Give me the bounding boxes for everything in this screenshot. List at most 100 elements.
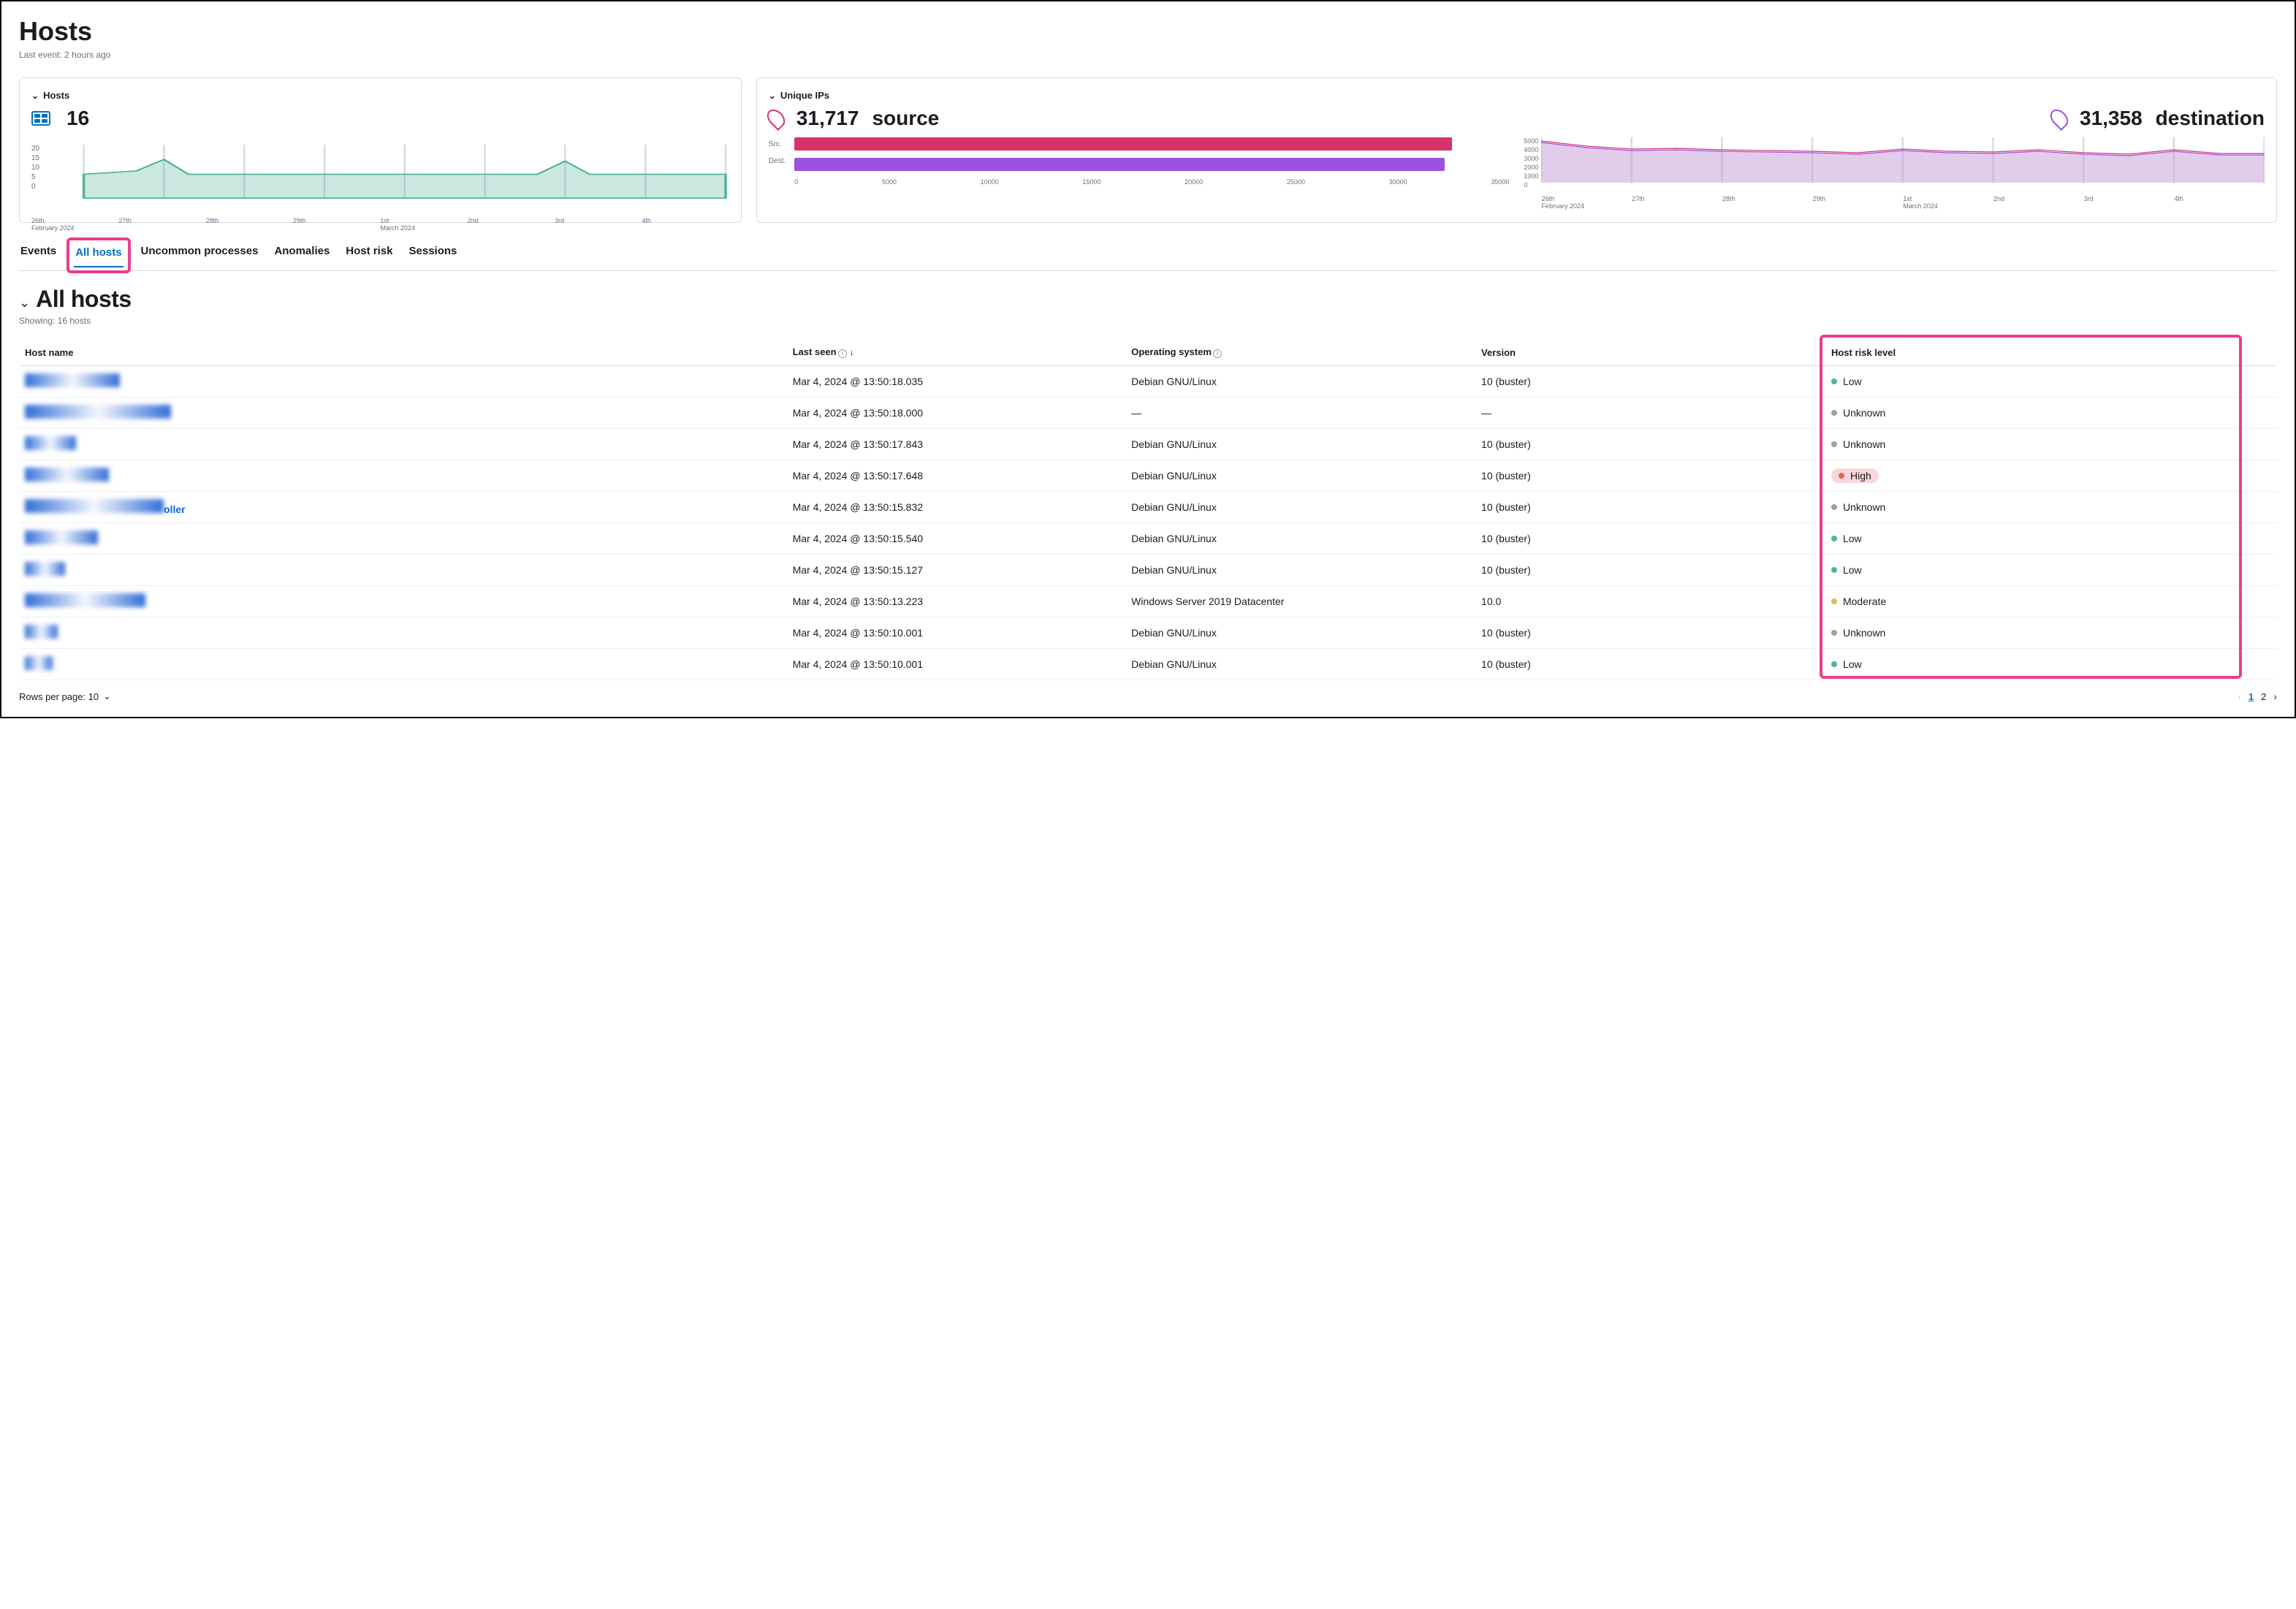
cell-last-seen: Mar 4, 2024 @ 13:50:15.832: [787, 492, 1126, 523]
cell-host-name[interactable]: oller: [19, 492, 787, 523]
cell-risk: Low: [1825, 649, 2277, 680]
rows-per-page[interactable]: Rows per page: 10 ⌄: [19, 691, 111, 702]
table-row: Mar 4, 2024 @ 13:50:15.127 Debian GNU/Li…: [19, 555, 2277, 586]
cell-host-name[interactable]: [19, 586, 787, 617]
destination-count: 31,358: [2080, 107, 2143, 130]
destination-pin-icon: [2047, 106, 2072, 131]
sort-desc-icon: ↓: [850, 347, 854, 357]
tab-anomalies[interactable]: Anomalies: [273, 240, 331, 270]
cell-risk: High: [1825, 460, 2277, 492]
table-row: Mar 4, 2024 @ 13:50:15.540 Debian GNU/Li…: [19, 523, 2277, 555]
hosts-sparkline: 20 15 10 5 0 26thFebruary 2024 27th 28th…: [31, 145, 729, 210]
cell-version: 10 (buster): [1475, 429, 1825, 460]
chevron-down-icon: ⌄: [31, 91, 39, 101]
pagination: ‹ 1 2 ›: [2238, 691, 2277, 702]
tab-events[interactable]: Events: [19, 240, 58, 270]
cell-os: Debian GNU/Linux: [1125, 366, 1475, 398]
ips-area-chart: 5000 4000 3000 2000 1000 0: [1524, 137, 2265, 210]
cell-version: 10 (buster): [1475, 523, 1825, 555]
table-row: Mar 4, 2024 @ 13:50:17.648 Debian GNU/Li…: [19, 460, 2277, 492]
cell-last-seen: Mar 4, 2024 @ 13:50:10.001: [787, 649, 1126, 680]
chevron-down-icon: ⌄: [769, 91, 776, 101]
cell-host-name[interactable]: [19, 460, 787, 492]
cell-risk: Unknown: [1825, 617, 2277, 649]
col-last-seen[interactable]: Last seeni↓: [787, 339, 1126, 366]
col-risk[interactable]: Host risk level: [1825, 339, 2277, 366]
col-host-name[interactable]: Host name: [19, 339, 787, 366]
col-os[interactable]: Operating systemi: [1125, 339, 1475, 366]
cell-version: —: [1475, 398, 1825, 429]
table-row: Mar 4, 2024 @ 13:50:13.223 Windows Serve…: [19, 586, 2277, 617]
cell-version: 10 (buster): [1475, 460, 1825, 492]
card-ips-title: Unique IPs: [780, 90, 829, 101]
cell-os: Debian GNU/Linux: [1125, 429, 1475, 460]
cell-os: Debian GNU/Linux: [1125, 492, 1475, 523]
source-pin-icon: [764, 106, 788, 131]
cell-version: 10 (buster): [1475, 555, 1825, 586]
hosts-count: 16: [66, 107, 89, 130]
cell-host-name[interactable]: [19, 366, 787, 398]
card-hosts-header[interactable]: ⌄ Hosts: [31, 90, 729, 101]
cell-risk: Unknown: [1825, 492, 2277, 523]
tab-host-risk[interactable]: Host risk: [344, 240, 394, 270]
page-subtitle: Last event: 2 hours ago: [19, 50, 2277, 60]
hosts-table: Host name Last seeni↓ Operating systemi …: [19, 339, 2277, 680]
page-1[interactable]: 1: [2249, 691, 2254, 702]
ips-bar-chart: Src. Dest. 0 5000 10000 15000 20000 2500…: [769, 137, 1510, 210]
cell-os: Debian GNU/Linux: [1125, 649, 1475, 680]
table-row: Mar 4, 2024 @ 13:50:18.000 — — Unknown: [19, 398, 2277, 429]
cell-version: 10.0: [1475, 586, 1825, 617]
cell-last-seen: Mar 4, 2024 @ 13:50:15.127: [787, 555, 1126, 586]
table-row: Mar 4, 2024 @ 13:50:18.035 Debian GNU/Li…: [19, 366, 2277, 398]
cell-risk: Low: [1825, 555, 2277, 586]
cell-host-name[interactable]: [19, 555, 787, 586]
cell-host-name[interactable]: [19, 398, 787, 429]
tab-uncommon-processes[interactable]: Uncommon processes: [140, 240, 260, 270]
tab-sessions[interactable]: Sessions: [408, 240, 459, 270]
cell-last-seen: Mar 4, 2024 @ 13:50:17.843: [787, 429, 1126, 460]
cell-risk: Unknown: [1825, 429, 2277, 460]
cell-host-name[interactable]: [19, 649, 787, 680]
chevron-down-icon: ⌄: [103, 691, 111, 702]
cell-version: 10 (buster): [1475, 649, 1825, 680]
page-title: Hosts: [19, 16, 2277, 47]
cell-os: Debian GNU/Linux: [1125, 460, 1475, 492]
cell-version: 10 (buster): [1475, 366, 1825, 398]
table-row: oller Mar 4, 2024 @ 13:50:15.832 Debian …: [19, 492, 2277, 523]
showing-count: Showing: 16 hosts: [19, 316, 2277, 326]
table-row: Mar 4, 2024 @ 13:50:10.001 Debian GNU/Li…: [19, 649, 2277, 680]
cell-os: Debian GNU/Linux: [1125, 523, 1475, 555]
card-unique-ips: ⌄ Unique IPs 31,717 source 31,358 destin…: [756, 77, 2277, 223]
cell-version: 10 (buster): [1475, 617, 1825, 649]
page-2[interactable]: 2: [2261, 691, 2266, 702]
tab-all-hosts[interactable]: All hosts: [74, 242, 123, 267]
info-icon: i: [838, 349, 847, 358]
card-ips-header[interactable]: ⌄ Unique IPs: [769, 90, 2265, 101]
cell-last-seen: Mar 4, 2024 @ 13:50:10.001: [787, 617, 1126, 649]
cell-risk: Unknown: [1825, 398, 2277, 429]
chevron-down-icon[interactable]: ⌄: [19, 295, 30, 311]
cell-last-seen: Mar 4, 2024 @ 13:50:17.648: [787, 460, 1126, 492]
cell-os: Debian GNU/Linux: [1125, 617, 1475, 649]
cell-host-name[interactable]: [19, 429, 787, 460]
table-row: Mar 4, 2024 @ 13:50:17.843 Debian GNU/Li…: [19, 429, 2277, 460]
cell-host-name[interactable]: [19, 617, 787, 649]
cell-risk: Moderate: [1825, 586, 2277, 617]
card-hosts: ⌄ Hosts 16 20 15 10 5 0 26thFebruary 202: [19, 77, 742, 223]
cell-os: —: [1125, 398, 1475, 429]
source-count: 31,717: [797, 107, 859, 130]
cell-last-seen: Mar 4, 2024 @ 13:50:13.223: [787, 586, 1126, 617]
cell-risk: Low: [1825, 523, 2277, 555]
page-next[interactable]: ›: [2273, 691, 2277, 702]
page-prev[interactable]: ‹: [2238, 691, 2241, 702]
cell-last-seen: Mar 4, 2024 @ 13:50:18.000: [787, 398, 1126, 429]
table-row: Mar 4, 2024 @ 13:50:10.001 Debian GNU/Li…: [19, 617, 2277, 649]
card-hosts-title: Hosts: [43, 90, 69, 101]
source-label: source: [872, 107, 939, 130]
col-version[interactable]: Version: [1475, 339, 1825, 366]
cell-os: Debian GNU/Linux: [1125, 555, 1475, 586]
cell-last-seen: Mar 4, 2024 @ 13:50:15.540: [787, 523, 1126, 555]
cell-host-name[interactable]: [19, 523, 787, 555]
info-icon: i: [1213, 349, 1222, 358]
cell-risk: Low: [1825, 366, 2277, 398]
